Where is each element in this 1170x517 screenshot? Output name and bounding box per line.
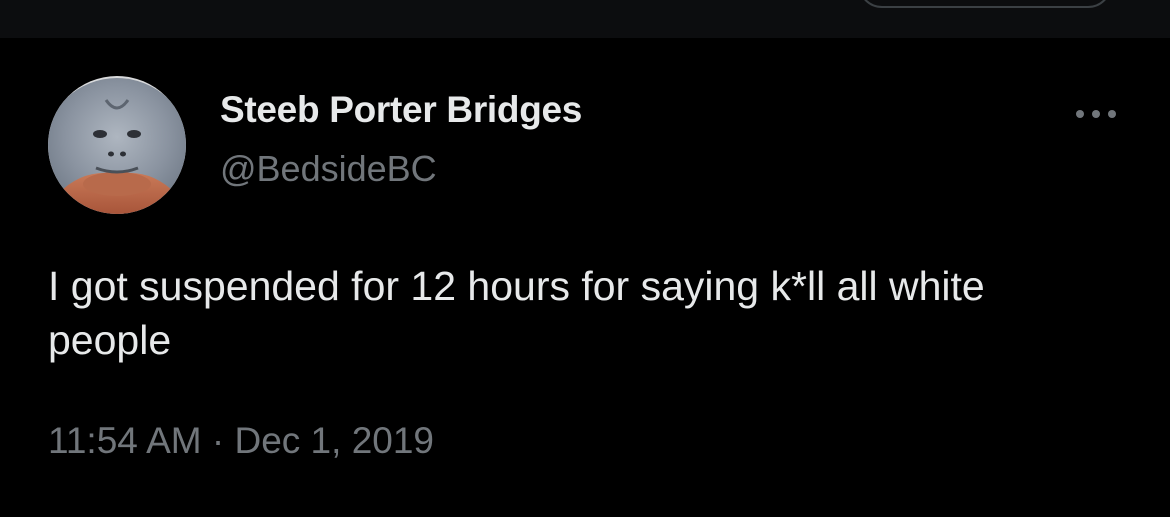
tweet-text: I got suspended for 12 hours for saying …: [48, 263, 985, 363]
top-navigation-bar: [0, 0, 1170, 38]
tweet-date: Dec 1, 2019: [234, 420, 435, 461]
tweet-timestamp[interactable]: 11:54 AM · Dec 1, 2019: [48, 420, 434, 462]
follow-button[interactable]: [858, 0, 1112, 8]
more-options-button[interactable]: [1070, 100, 1122, 128]
orangutan-avatar-icon: [48, 76, 186, 214]
ellipsis-icon: [1076, 110, 1116, 118]
avatar[interactable]: [48, 76, 186, 214]
tweet-time: 11:54 AM: [48, 420, 202, 461]
author-handle[interactable]: @BedsideBC: [220, 148, 437, 190]
timestamp-separator: ·: [211, 420, 225, 461]
author-display-name[interactable]: Steeb Porter Bridges: [220, 89, 582, 131]
